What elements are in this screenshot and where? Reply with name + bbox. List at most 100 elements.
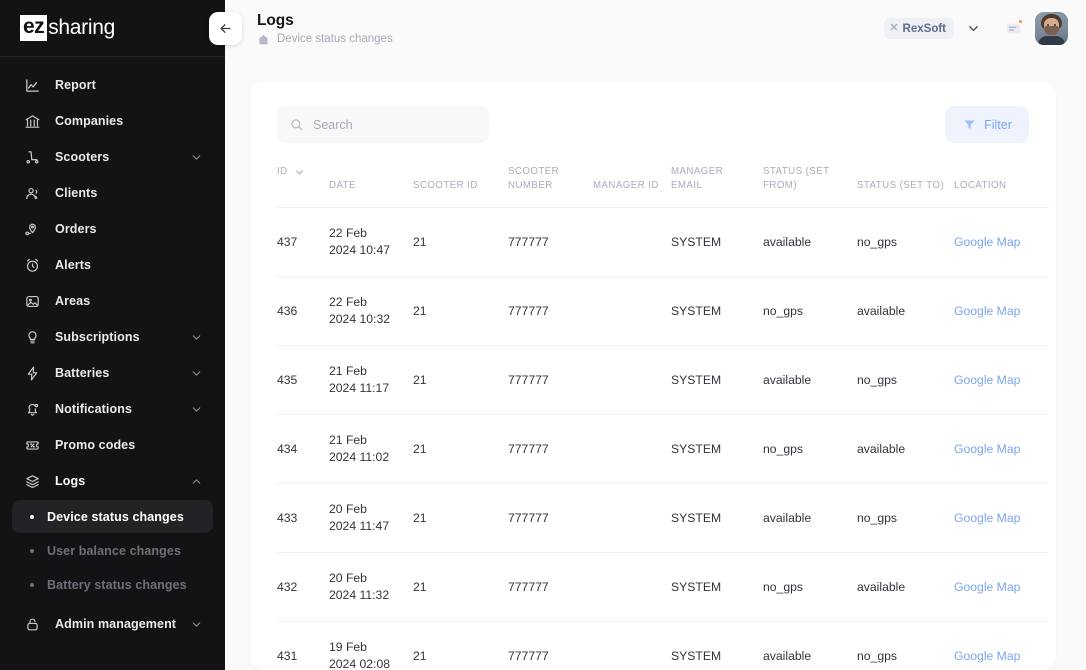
- cell-date: 20 Feb 2024 11:32: [329, 552, 413, 622]
- sidebar-subitem-battery-status-changes[interactable]: Battery status changes: [12, 568, 213, 601]
- close-icon[interactable]: ✕: [889, 23, 898, 34]
- table-body: 437 22 Feb 2024 10:47 21 777777 SYSTEM a…: [277, 207, 1049, 670]
- cell-scooter-id: 21: [413, 207, 508, 277]
- avatar[interactable]: [1035, 12, 1068, 45]
- cell-date: 21 Feb 2024 11:02: [329, 414, 413, 484]
- column-header-location[interactable]: LOCATION: [954, 157, 1049, 208]
- company-chip[interactable]: ✕ RexSoft: [884, 18, 954, 39]
- main-area: Logs Device status changes ✕ RexSoft Sea…: [225, 0, 1086, 670]
- sidebar-item-admin-management[interactable]: Admin management: [12, 606, 213, 642]
- chevron-down-icon[interactable]: [190, 151, 203, 164]
- search-box[interactable]: [277, 106, 489, 143]
- sidebar-nav: Report Companies Scooters Clients Orders…: [0, 57, 225, 642]
- sidebar-collapse-button[interactable]: [209, 12, 242, 45]
- chevron-down-icon[interactable]: [190, 367, 203, 380]
- table-row[interactable]: 434 21 Feb 2024 11:02 21 777777 SYSTEM n…: [277, 414, 1049, 484]
- filter-label: Filter: [984, 117, 1012, 132]
- notification-badge: [1018, 18, 1023, 24]
- page-title: Logs: [257, 11, 294, 29]
- sidebar-item-clients[interactable]: Clients: [12, 175, 213, 211]
- cell-date: 21 Feb 2024 11:17: [329, 345, 413, 415]
- sidebar-item-promo-codes[interactable]: Promo codes: [12, 427, 213, 463]
- cell-location-link[interactable]: Google Map: [954, 207, 1049, 277]
- sidebar-item-label: Subscriptions: [55, 330, 140, 344]
- sidebar-item-areas[interactable]: Areas: [12, 283, 213, 319]
- avatar-eye-left: [1047, 24, 1049, 26]
- cell-location-link[interactable]: Google Map: [954, 414, 1049, 484]
- sidebar-item-alerts[interactable]: Alerts: [12, 247, 213, 283]
- sidebar-item-label: Report: [55, 78, 96, 92]
- sidebar-subitem-device-status-changes[interactable]: Device status changes: [12, 500, 213, 533]
- bullet-icon: [30, 582, 34, 587]
- filter-button[interactable]: Filter: [945, 106, 1029, 143]
- column-header-date[interactable]: DATE: [329, 157, 413, 208]
- cell-status-to: no_gps: [857, 207, 954, 277]
- chevron-down-icon[interactable]: [294, 167, 305, 178]
- cell-id: 433: [277, 483, 329, 553]
- sidebar-item-batteries[interactable]: Batteries: [12, 355, 213, 391]
- cell-location-link[interactable]: Google Map: [954, 276, 1049, 346]
- sidebar-item-logs[interactable]: Logs: [12, 463, 213, 499]
- lock-icon: [22, 614, 42, 634]
- column-header-id[interactable]: ID: [277, 157, 329, 208]
- sidebar-subitem-user-balance-changes[interactable]: User balance changes: [12, 534, 213, 567]
- sidebar-item-orders[interactable]: Orders: [12, 211, 213, 247]
- table-row[interactable]: 436 22 Feb 2024 10:32 21 777777 SYSTEM n…: [277, 276, 1049, 346]
- column-header-scooter-number[interactable]: SCOOTER NUMBER: [508, 157, 593, 208]
- cell-scooter-id: 21: [413, 552, 508, 622]
- cell-manager-email: SYSTEM: [671, 345, 763, 415]
- sidebar-item-label: Notifications: [55, 402, 132, 416]
- breadcrumb-current: Device status changes: [277, 33, 393, 45]
- sidebar-item-label: Admin management: [55, 617, 177, 631]
- cell-status-from: available: [763, 207, 857, 277]
- ticket-percent-icon: [22, 435, 42, 455]
- cell-manager-id: [593, 622, 671, 670]
- top-bar: Logs Device status changes ✕ RexSoft: [225, 0, 1086, 57]
- cell-location-link[interactable]: Google Map: [954, 483, 1049, 553]
- sidebar-item-notifications[interactable]: Notifications: [12, 391, 213, 427]
- column-header-manager-id[interactable]: MANAGER ID: [593, 157, 671, 208]
- table-row[interactable]: 437 22 Feb 2024 10:47 21 777777 SYSTEM a…: [277, 207, 1049, 277]
- cell-scooter-number: 777777: [508, 483, 593, 553]
- cell-scooter-number: 777777: [508, 552, 593, 622]
- company-selector[interactable]: ✕ RexSoft: [878, 14, 991, 43]
- cell-location-link[interactable]: Google Map: [954, 345, 1049, 415]
- home-icon[interactable]: [257, 33, 270, 46]
- chevron-up-icon[interactable]: [190, 475, 203, 488]
- sidebar-item-companies[interactable]: Companies: [12, 103, 213, 139]
- page-header: Logs Device status changes: [257, 12, 393, 46]
- cell-id: 431: [277, 649, 298, 663]
- chevron-down-icon[interactable]: [190, 331, 203, 344]
- chevron-down-icon[interactable]: [960, 21, 987, 36]
- sidebar-item-scooters[interactable]: Scooters: [12, 139, 213, 175]
- sidebar-item-report[interactable]: Report: [12, 67, 213, 103]
- cell-manager-id: [593, 483, 671, 553]
- image-map-icon: [22, 291, 42, 311]
- cell-location-link[interactable]: Google Map: [954, 552, 1049, 622]
- table-row[interactable]: 432 20 Feb 2024 11:32 21 777777 SYSTEM n…: [277, 552, 1049, 622]
- chevron-down-icon[interactable]: [190, 618, 203, 631]
- cell-status-from: available: [763, 483, 857, 553]
- bell-icon: [22, 399, 42, 419]
- brand-logo[interactable]: ez sharing: [0, 0, 225, 57]
- search-input[interactable]: [313, 117, 477, 132]
- sidebar-item-label: Alerts: [55, 258, 92, 272]
- notifications-button[interactable]: [1000, 16, 1026, 42]
- cell-scooter-id: 21: [413, 345, 508, 415]
- chevron-down-icon[interactable]: [190, 403, 203, 416]
- column-header-scooter-id[interactable]: SCOOTER ID: [413, 157, 508, 208]
- breadcrumb: Device status changes: [257, 33, 393, 46]
- cell-status-to: no_gps: [857, 483, 954, 553]
- app-root: ez sharing Report Companies Scooters Cli…: [0, 0, 1086, 670]
- chart-line-icon: [22, 75, 42, 95]
- column-header-manager-email[interactable]: MANAGER EMAIL: [671, 157, 763, 208]
- column-header-status-set-to[interactable]: STATUS (SET TO): [857, 157, 954, 208]
- avatar-body: [1038, 36, 1065, 45]
- column-header-status-set-from[interactable]: STATUS (SET FROM): [763, 157, 857, 208]
- cell-location-link[interactable]: Google Map: [954, 622, 1049, 670]
- table-row[interactable]: 435 21 Feb 2024 11:17 21 777777 SYSTEM a…: [277, 345, 1049, 415]
- table-row[interactable]: 431 19 Feb 2024 02:08 21 777777 SYSTEM a…: [277, 622, 1049, 670]
- sidebar-item-subscriptions[interactable]: Subscriptions: [12, 319, 213, 355]
- cell-scooter-number: 777777: [508, 276, 593, 346]
- table-row[interactable]: 433 20 Feb 2024 11:47 21 777777 SYSTEM a…: [277, 483, 1049, 553]
